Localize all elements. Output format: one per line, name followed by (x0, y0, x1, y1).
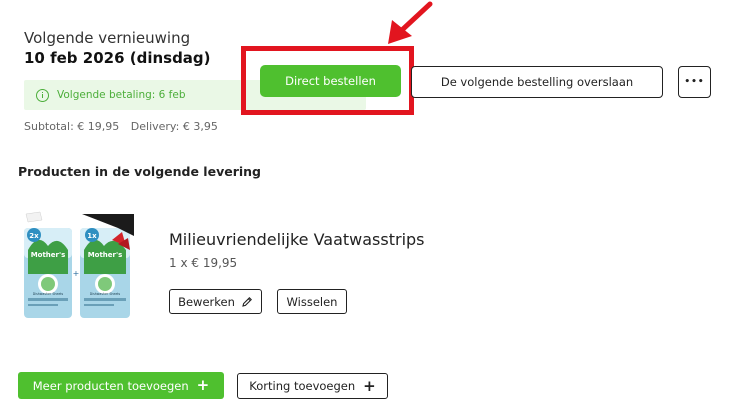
renewal-label: Volgende vernieuwing (24, 29, 191, 47)
svg-text:+: + (73, 269, 80, 278)
product-image: 2x Mother's Dishwasher Sheets + 1x Mothe… (22, 210, 134, 322)
product-quantity-price: 1 x € 19,95 (169, 256, 238, 270)
product-name: Milieuvriendelijke Vaatwasstrips (169, 230, 425, 249)
edit-product-button[interactable]: Bewerken (169, 289, 262, 314)
brand-text-left: Mother's (31, 251, 66, 259)
pencil-icon (242, 296, 252, 307)
highlight-frame (241, 46, 414, 115)
next-payment-text: Volgende betaling: 6 feb (57, 89, 186, 101)
edit-button-label: Bewerken (178, 294, 235, 309)
plus-icon: + (196, 376, 210, 394)
product-text-left: Dishwasher Sheets (33, 292, 64, 296)
more-options-button[interactable]: ••• (678, 66, 711, 98)
right-badge-text: 1x (87, 232, 97, 240)
add-products-label: Meer producten toevoegen (32, 378, 189, 393)
swap-product-button[interactable]: Wisselen (277, 289, 347, 314)
add-discount-button[interactable]: Korting toevoegen + (237, 373, 388, 399)
order-totals: Subtotal: € 19,95 Delivery: € 3,95 (24, 120, 218, 133)
more-dots-icon: ••• (684, 77, 705, 87)
product-text-right: Dishwasher Sheets (90, 292, 121, 296)
brand-text-right: Mother's (88, 251, 123, 259)
renewal-date: 10 feb 2026 (dinsdag) (24, 49, 211, 67)
subtotal-text: Subtotal: € 19,95 (24, 120, 120, 133)
products-section-title: Producten in de volgende levering (18, 164, 261, 179)
info-icon (36, 88, 49, 102)
add-more-products-button[interactable]: Meer producten toevoegen + (18, 372, 224, 399)
plus-icon: + (363, 376, 376, 395)
add-discount-label: Korting toevoegen (249, 379, 356, 393)
delivery-text: Delivery: € 3,95 (130, 120, 218, 133)
left-badge-text: 2x (29, 232, 39, 240)
skip-next-order-button[interactable]: De volgende bestelling overslaan (411, 66, 663, 98)
red-arrow-annotation (388, 1, 433, 44)
